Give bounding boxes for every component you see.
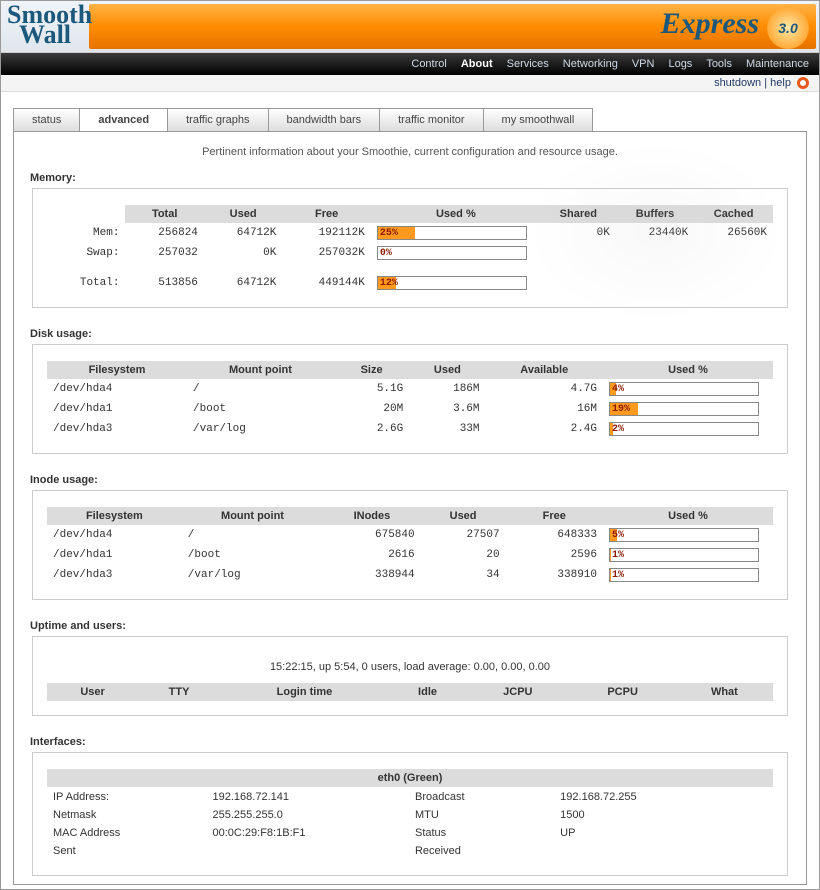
tab-traffic-graphs[interactable]: traffic graphs <box>167 108 268 131</box>
tab-traffic-monitor[interactable]: traffic monitor <box>379 108 483 131</box>
inode-table: FilesystemMount pointINodesUsedFreeUsed … <box>47 507 773 585</box>
version-badge: 3.0 <box>767 7 809 49</box>
usage-bar: 2% <box>609 422 759 436</box>
help-link[interactable]: help <box>770 77 791 89</box>
nav-services[interactable]: Services <box>507 58 549 70</box>
nav-maintenance[interactable]: Maintenance <box>746 58 809 70</box>
usage-bar: 1% <box>609 568 759 582</box>
shutdown-link[interactable]: shutdown <box>714 77 761 89</box>
memory-box: Total Used Free Used % Shared Buffers Ca… <box>32 188 788 308</box>
usage-bar: 25% <box>377 226 527 240</box>
uptime-box: 15:22:15, up 5:54, 0 users, load average… <box>32 636 788 716</box>
inode-title: Inode usage: <box>30 474 790 486</box>
memory-table: Total Used Free Used % Shared Buffers Ca… <box>47 205 773 293</box>
uptime-table: UserTTYLogin timeIdleJCPUPCPUWhat <box>47 683 773 701</box>
iface-key: MTU <box>411 807 554 823</box>
utility-bar: shutdown | help <box>1 75 819 92</box>
nav-logs[interactable]: Logs <box>668 58 692 70</box>
page-intro: Pertinent information about your Smoothi… <box>30 146 790 158</box>
nav-networking[interactable]: Networking <box>563 58 618 70</box>
iface-val <box>556 843 771 859</box>
memory-title: Memory: <box>30 172 790 184</box>
iface-name: eth0 (Green) <box>47 769 773 787</box>
tab-advanced[interactable]: advanced <box>79 108 168 131</box>
iface-key: Netmask <box>49 807 207 823</box>
iface-val: UP <box>556 825 771 841</box>
iface-key: Sent <box>49 843 207 859</box>
usage-bar: 4% <box>609 382 759 396</box>
mem-total-label: Total: <box>47 273 125 293</box>
usage-bar: 0% <box>377 246 527 260</box>
iface-val: 1500 <box>556 807 771 823</box>
iface-val: 192.168.72.141 <box>209 789 409 805</box>
iface-val <box>209 843 409 859</box>
iface-val: 192.168.72.255 <box>556 789 771 805</box>
brand-logo: SmoothWall <box>7 5 92 45</box>
interfaces-title: Interfaces: <box>30 736 790 748</box>
usage-bar: 1% <box>609 548 759 562</box>
usage-bar: 12% <box>377 276 527 290</box>
iface-val: 255.255.255.0 <box>209 807 409 823</box>
tab-bandwidth-bars[interactable]: bandwidth bars <box>268 108 381 131</box>
iface-key: IP Address: <box>49 789 207 805</box>
iface-val: 00:0C:29:F8:1B:F1 <box>209 825 409 841</box>
iface-key: MAC Address <box>49 825 207 841</box>
iface-key: Received <box>411 843 554 859</box>
tab-my-smoothwall[interactable]: my smoothwall <box>483 108 594 131</box>
nav-about[interactable]: About <box>461 58 493 70</box>
iface-key: Broadcast <box>411 789 554 805</box>
mem-row-label: Swap: <box>47 243 125 263</box>
help-icon[interactable] <box>797 77 809 89</box>
nav-vpn[interactable]: VPN <box>632 58 655 70</box>
uptime-line: 15:22:15, up 5:54, 0 users, load average… <box>47 661 773 673</box>
disk-table: FilesystemMount pointSizeUsedAvailableUs… <box>47 361 773 439</box>
main-panel: Pertinent information about your Smoothi… <box>13 131 807 885</box>
product-name: Express <box>661 7 759 41</box>
tab-bar: statusadvancedtraffic graphsbandwidth ba… <box>13 108 807 131</box>
top-banner: SmoothWall Express 3.0 <box>1 1 819 53</box>
disk-box: FilesystemMount pointSizeUsedAvailableUs… <box>32 344 788 454</box>
iface-key: Status <box>411 825 554 841</box>
nav-control[interactable]: Control <box>411 58 446 70</box>
interfaces-box: eth0 (Green) IP Address:192.168.72.141Br… <box>32 752 788 876</box>
tab-status[interactable]: status <box>13 108 80 131</box>
main-nav: Control About Services Networking VPN Logs Too… <box>1 53 819 75</box>
iface-table: IP Address:192.168.72.141Broadcast192.16… <box>47 787 773 861</box>
uptime-title: Uptime and users: <box>30 620 790 632</box>
usage-bar: 19% <box>609 402 759 416</box>
disk-title: Disk usage: <box>30 328 790 340</box>
nav-tools[interactable]: Tools <box>706 58 732 70</box>
usage-bar: 5% <box>609 528 759 542</box>
inode-box: FilesystemMount pointINodesUsedFreeUsed … <box>32 490 788 600</box>
mem-row-label: Mem: <box>47 223 125 243</box>
